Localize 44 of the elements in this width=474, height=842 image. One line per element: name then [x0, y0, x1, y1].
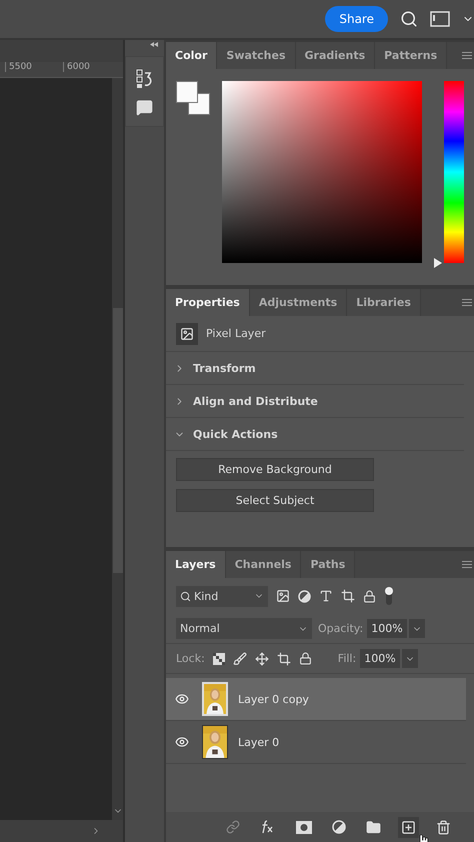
panel-tab[interactable]: Color [166, 42, 218, 69]
checker-icon[interactable] [212, 652, 225, 664]
eye-icon[interactable] [175, 735, 189, 749]
blend-mode-dropdown[interactable]: Normal [176, 618, 312, 639]
history-icon[interactable] [136, 69, 154, 89]
comment-icon[interactable] [136, 99, 154, 116]
type-icon[interactable] [319, 589, 333, 603]
collapse-icon[interactable] [150, 42, 158, 47]
scrollbar-thumb[interactable] [112, 308, 123, 573]
ruler-label: 5500 [9, 62, 32, 72]
opacity-field[interactable]: 100% [367, 619, 407, 638]
lock-icon[interactable] [298, 652, 312, 665]
filter-dropdown[interactable]: Kind [176, 586, 268, 606]
layer-name[interactable]: Layer 0 [238, 736, 280, 748]
image-icon [176, 322, 198, 344]
color-field[interactable] [222, 81, 422, 263]
eye-icon[interactable] [175, 692, 189, 706]
toggle-icon[interactable] [384, 586, 394, 606]
share-button[interactable]: Share [325, 6, 388, 32]
search-icon [180, 590, 191, 602]
workspace-icon[interactable] [430, 11, 450, 27]
opacity-label: Opacity: [318, 622, 364, 635]
brush-icon[interactable] [232, 652, 247, 666]
crop-icon[interactable] [276, 652, 291, 666]
quick-action-button[interactable]: Remove Background [176, 458, 374, 481]
layer-type-label: Pixel Layer [206, 327, 266, 340]
half-circle-icon[interactable] [298, 590, 311, 602]
section-title[interactable]: Quick Actions [193, 428, 278, 440]
lock-label: Lock: [176, 652, 205, 665]
fill-label: Fill: [338, 652, 356, 665]
panel-tab[interactable]: Layers [166, 551, 226, 578]
image-icon[interactable] [276, 589, 290, 603]
ruler-label: 6000 [67, 62, 90, 72]
search-icon[interactable] [400, 10, 418, 28]
quick-action-button[interactable]: Select Subject [176, 489, 374, 512]
hue-slider-handle[interactable] [434, 258, 442, 268]
panel-tab[interactable]: Properties [166, 289, 250, 316]
section-title[interactable]: Transform [193, 362, 256, 374]
move-icon[interactable] [254, 652, 269, 666]
fill-field[interactable]: 100% [360, 649, 400, 668]
new-layer-icon[interactable] [398, 816, 419, 838]
section-title[interactable]: Align and Distribute [193, 394, 318, 408]
layer-row[interactable]: Layer 0 copy [166, 678, 466, 721]
layer-name[interactable]: Layer 0 copy [238, 692, 309, 706]
